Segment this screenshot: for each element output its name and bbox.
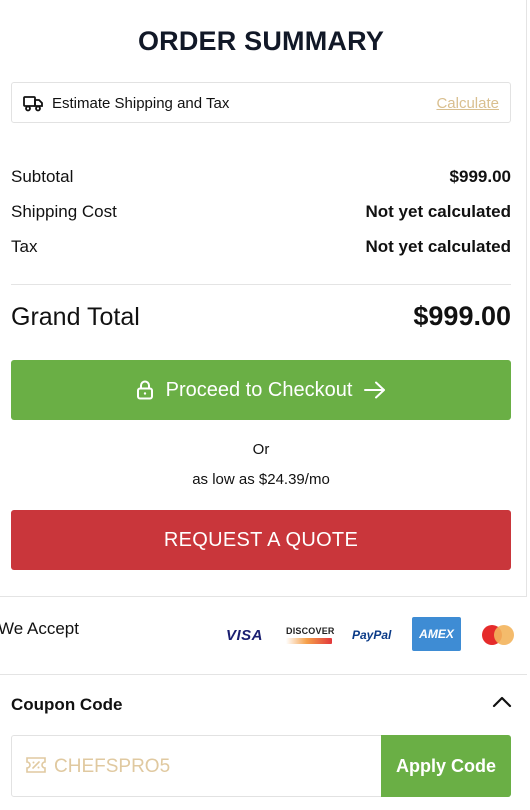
- chevron-up-icon[interactable]: [492, 695, 512, 709]
- grand-total-label: Grand Total: [11, 303, 140, 331]
- shipping-cost-value: Not yet calculated: [365, 202, 512, 221]
- coupon-tag-icon: [26, 757, 46, 773]
- shipping-cost-row: Shipping Cost Not yet calculated: [11, 202, 511, 224]
- shipping-estimate-label: Estimate Shipping and Tax: [52, 95, 230, 112]
- coupon-title: Coupon Code: [11, 695, 123, 714]
- lock-icon: [136, 380, 153, 400]
- section-divider: [0, 596, 527, 597]
- section-divider-coupon: [0, 674, 527, 675]
- subtotal-row: Subtotal $999.00: [11, 167, 511, 189]
- request-quote-button[interactable]: REQUEST A QUOTE: [11, 510, 511, 570]
- coupon-input[interactable]: [52, 736, 376, 798]
- shipping-estimate-box: Estimate Shipping and Tax Calculate: [11, 82, 511, 123]
- visa-icon: VISA: [226, 626, 264, 644]
- grand-total-row: Grand Total $999.00: [11, 301, 511, 335]
- or-text: Or: [252, 441, 270, 458]
- mastercard-orange-circle: [494, 625, 514, 645]
- discover-stripe: [286, 638, 332, 644]
- discover-text: DISCOVER: [286, 626, 335, 636]
- page-title: ORDER SUMMARY: [137, 26, 385, 56]
- financing-text: as low as $24.39/mo: [192, 471, 330, 488]
- truck-icon: [23, 96, 43, 112]
- discover-icon: DISCOVER: [286, 620, 335, 650]
- calculate-link[interactable]: Calculate: [436, 95, 499, 112]
- mastercard-icon: [482, 623, 518, 647]
- tax-row: Tax Not yet calculated: [11, 237, 511, 259]
- grand-total-value: $999.00: [413, 301, 511, 331]
- checkout-label: Proceed to Checkout: [165, 378, 353, 401]
- amex-icon: AMEX: [412, 617, 461, 651]
- apply-code-button[interactable]: Apply Code: [381, 735, 511, 797]
- tax-value: Not yet calculated: [365, 237, 512, 256]
- shipping-cost-label: Shipping Cost: [11, 202, 117, 221]
- we-accept-label: We Accept: [0, 619, 79, 638]
- proceed-to-checkout-button[interactable]: Proceed to Checkout: [11, 360, 511, 420]
- subtotal-label: Subtotal: [11, 167, 74, 186]
- tax-label: Tax: [11, 237, 38, 256]
- arrow-right-icon: [364, 381, 386, 399]
- subtotal-value: $999.00: [449, 167, 511, 186]
- panel-border: [526, 0, 527, 596]
- paypal-icon: PayPal: [352, 628, 392, 642]
- divider: [11, 284, 511, 285]
